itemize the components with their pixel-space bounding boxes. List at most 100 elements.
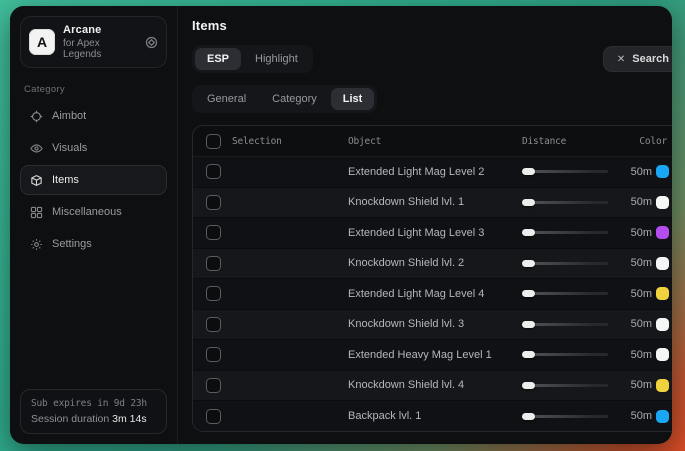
session-duration-value: 3m 14s [112,413,146,425]
color-swatch[interactable] [656,379,669,392]
sidebar-item-label: Miscellaneous [52,206,122,218]
sidebar-spacer [20,259,167,389]
sidebar-item-aimbot[interactable]: Aimbot [20,101,167,131]
object-name: Extended Light Mag Level 4 [348,288,522,300]
color-swatch[interactable] [656,165,669,178]
table-row[interactable]: Extended Light Mag Level 4 50m [193,279,672,310]
header-selection: Selection [232,136,348,147]
color-swatch[interactable] [656,287,669,300]
color-cell [656,257,669,270]
sidebar-item-miscellaneous[interactable]: Miscellaneous [20,197,167,227]
row-checkbox[interactable] [206,347,221,362]
distance-slider[interactable] [522,317,608,331]
color-swatch[interactable] [656,318,669,331]
color-cell [656,196,669,209]
sidebar-item-items[interactable]: Items [20,165,167,195]
distance-slider[interactable] [522,256,608,270]
compass-icon[interactable] [145,36,158,49]
distance-value: 50m [614,379,656,391]
distance-slider[interactable] [522,195,608,209]
table-row[interactable]: Extended Light Mag Level 2 50m [193,157,672,188]
color-swatch[interactable] [656,348,669,361]
distance-value: 50m [614,288,656,300]
row-checkbox[interactable] [206,409,221,424]
row-checkbox[interactable] [206,317,221,332]
desktop-background: A Arcane for Apex Legends Category Aimbo… [0,0,685,451]
distance-value: 50m [614,318,656,330]
subtab-general[interactable]: General [195,88,258,110]
table-row[interactable]: Knockdown Shield lvl. 4 50m [193,371,672,402]
crosshair-icon [29,109,43,123]
row-checkbox[interactable] [206,378,221,393]
eye-icon [29,141,43,155]
tab-esp[interactable]: ESP [195,48,241,70]
sub-expires-text: Sub expires in 9d 23h [31,398,156,409]
color-cell [656,318,669,331]
row-checkbox[interactable] [206,195,221,210]
slider-thumb[interactable] [522,290,535,297]
object-name: Knockdown Shield lvl. 3 [348,318,522,330]
color-cell [656,226,669,239]
slider-thumb[interactable] [522,351,535,358]
table-header-row: Selection Object Distance Color [193,126,672,157]
table-row[interactable]: Extended Heavy Mag Level 150m [193,340,672,371]
table-row[interactable]: Knockdown Shield lvl. 250m [193,249,672,280]
table-row[interactable]: Backpack lvl. 150m [193,401,672,431]
subtab-category[interactable]: Category [260,88,329,110]
slider-thumb[interactable] [522,168,535,175]
slider-thumb[interactable] [522,260,535,267]
header-distance: Distance [522,136,614,147]
sidebar-item-settings[interactable]: Settings [20,229,167,259]
object-name: Backpack lvl. 1 [348,410,522,422]
distance-slider[interactable] [522,409,608,423]
slider-thumb[interactable] [522,413,535,420]
color-cell [656,165,669,178]
brand-name: Arcane [63,24,137,36]
color-swatch[interactable] [656,410,669,423]
header-color: Color [614,136,669,147]
object-name: Extended Light Mag Level 2 [348,166,522,178]
object-name: Knockdown Shield lvl. 4 [348,379,522,391]
row-checkbox[interactable] [206,164,221,179]
color-cell [656,287,669,300]
select-all-checkbox[interactable] [206,134,221,149]
color-swatch[interactable] [656,257,669,270]
distance-slider[interactable] [522,378,608,392]
slider-thumb[interactable] [522,229,535,236]
color-swatch[interactable] [656,226,669,239]
slider-thumb[interactable] [522,199,535,206]
table-row[interactable]: Knockdown Shield lvl. 3 50m [193,310,672,341]
search-icon: ✕ [617,54,625,65]
page-title: Items [192,18,672,33]
main-panel: Items ESPHighlight ✕ Search GeneralCateg… [178,6,672,444]
header-object: Object [348,136,522,147]
sidebar-item-label: Visuals [52,142,87,154]
distance-slider[interactable] [522,287,608,301]
row-checkbox[interactable] [206,225,221,240]
table-row[interactable]: Extended Light Mag Level 3 50m [193,218,672,249]
object-name: Extended Light Mag Level 3 [348,227,522,239]
table-row[interactable]: Knockdown Shield lvl. 150m [193,188,672,219]
color-cell [656,348,669,361]
distance-slider[interactable] [522,226,608,240]
subtab-list[interactable]: List [331,88,375,110]
distance-value: 50m [614,166,656,178]
box-icon [29,173,43,187]
view-tab-group: GeneralCategoryList [192,85,377,113]
distance-slider[interactable] [522,348,608,362]
sidebar-item-label: Settings [52,238,92,250]
brand-card: A Arcane for Apex Legends [20,16,167,68]
distance-value: 50m [614,257,656,269]
tab-highlight[interactable]: Highlight [243,48,310,70]
color-cell [656,379,669,392]
row-checkbox[interactable] [206,286,221,301]
distance-value: 50m [614,227,656,239]
search-button[interactable]: ✕ Search [603,46,672,72]
items-table: Selection Object Distance Color Extended… [192,125,672,432]
slider-thumb[interactable] [522,321,535,328]
row-checkbox[interactable] [206,256,221,271]
distance-slider[interactable] [522,165,608,179]
sidebar-item-visuals[interactable]: Visuals [20,133,167,163]
slider-thumb[interactable] [522,382,535,389]
color-swatch[interactable] [656,196,669,209]
